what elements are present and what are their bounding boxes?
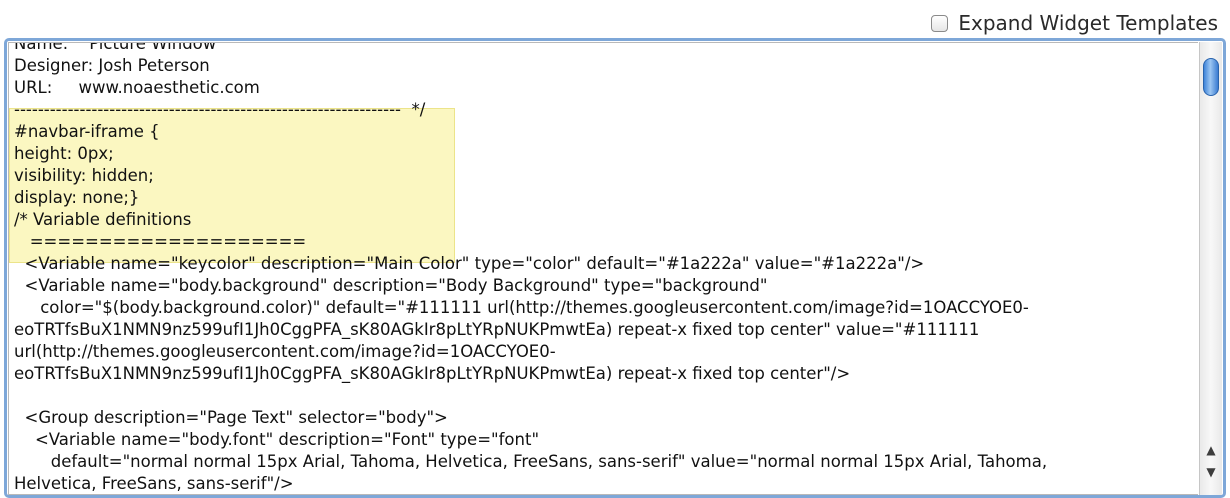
code-line: ==================== <box>14 232 307 251</box>
code-line: eoTRTfsBuX1NMN9nz599ufI1Jh0CggPFA_sK80AG… <box>14 364 851 383</box>
scroll-up-arrow-icon[interactable]: ▲ <box>1200 441 1222 459</box>
code-line: color="$(body.background.color)" default… <box>14 298 1029 317</box>
code-line: <Variable name="keycolor" description="M… <box>14 254 925 273</box>
template-code-editor[interactable]: Name: Picture Window Designer: Josh Peter… <box>4 38 1226 498</box>
code-line: default="normal normal 15px Arial, Tahom… <box>14 452 1048 471</box>
vertical-scrollbar[interactable]: ▲ ▼ <box>1199 42 1222 495</box>
template-editor-page: Expand Widget Templates Name: Picture Wi… <box>0 0 1230 498</box>
code-textarea[interactable]: Name: Picture Window Designer: Josh Peter… <box>8 42 1198 495</box>
code-line: /* Variable definitions <box>14 210 192 229</box>
expand-widget-templates-label: Expand Widget Templates <box>958 11 1218 35</box>
code-line: eoTRTfsBuX1NMN9nz599ufI1Jh0CggPFA_sK80AG… <box>14 320 980 339</box>
code-line: <Group description="Page Text" selector=… <box>14 408 448 427</box>
code-line: #navbar-iframe { <box>14 122 160 141</box>
code-line: <Variable name="body.background" descrip… <box>14 276 768 295</box>
code-line: display: none;} <box>14 188 140 207</box>
expand-widget-templates-option[interactable]: Expand Widget Templates <box>931 10 1218 36</box>
code-line: Designer: Josh Peterson <box>14 56 210 75</box>
code-line: Helvetica, FreeSans, sans-serif"/> <box>14 474 294 493</box>
code-line: Name: Picture Window <box>14 42 217 53</box>
scrollbar-thumb[interactable] <box>1203 58 1219 96</box>
code-line: url(http://themes.googleusercontent.com/… <box>14 342 556 361</box>
code-line: ----------------------------------------… <box>14 100 426 119</box>
code-content: Name: Picture Window Designer: Josh Peter… <box>14 42 1048 494</box>
code-line: visibility: hidden; <box>14 166 154 185</box>
code-line: <Variable name="body.font" description="… <box>14 430 540 449</box>
code-line: height: 0px; <box>14 144 114 163</box>
scroll-down-arrow-icon[interactable]: ▼ <box>1200 463 1222 481</box>
code-line: URL: www.noaesthetic.com <box>14 78 260 97</box>
expand-widget-templates-checkbox[interactable] <box>931 14 949 32</box>
